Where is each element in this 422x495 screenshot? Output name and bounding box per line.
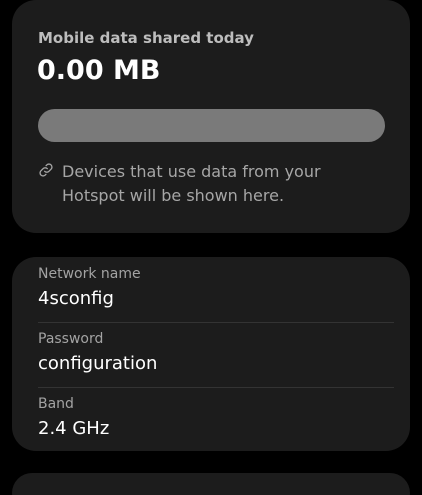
network-name-label: Network name <box>38 266 141 282</box>
additional-settings-card <box>12 473 410 495</box>
network-settings-card: Network name 4sconfig Password configura… <box>12 257 410 451</box>
connected-devices-info-text: Devices that use data from your Hotspot … <box>62 162 321 205</box>
password-label: Password <box>38 331 104 347</box>
data-usage-card: Mobile data shared today 0.00 MB Devices… <box>12 0 410 233</box>
network-name-value: 4sconfig <box>38 288 114 309</box>
divider <box>38 387 394 388</box>
band-value: 2.4 GHz <box>38 418 110 439</box>
band-label: Band <box>38 396 74 412</box>
link-icon <box>39 163 53 177</box>
divider <box>38 322 394 323</box>
data-usage-progress-bar <box>38 109 385 142</box>
data-shared-title: Mobile data shared today <box>38 29 254 47</box>
password-value: configuration <box>38 353 158 374</box>
data-shared-value: 0.00 MB <box>37 55 161 86</box>
hotspot-screen: Mobile data shared today 0.00 MB Devices… <box>0 0 422 495</box>
